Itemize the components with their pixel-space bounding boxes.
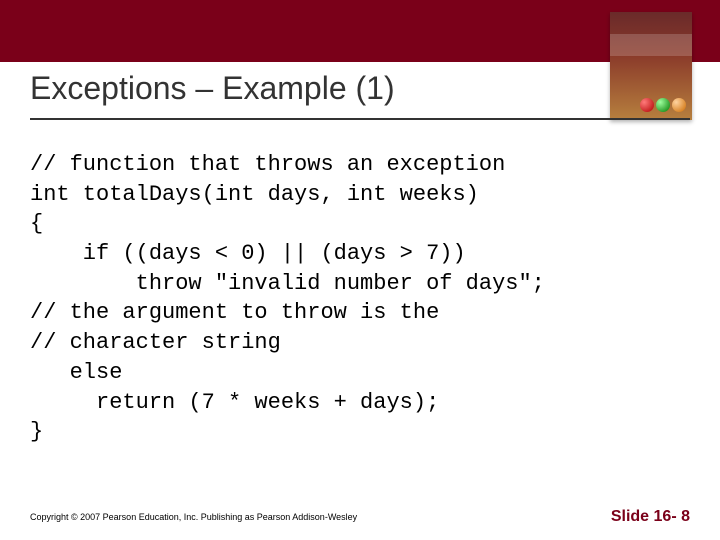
- code-line: {: [30, 211, 43, 236]
- title-underline: [30, 118, 690, 120]
- code-line: // character string: [30, 330, 281, 355]
- code-line: return (7 * weeks + days);: [30, 390, 439, 415]
- code-block: // function that throws an exception int…: [30, 150, 690, 447]
- code-line: // the argument to throw is the: [30, 300, 439, 325]
- copyright-text: Copyright © 2007 Pearson Education, Inc.…: [30, 512, 357, 522]
- code-line: else: [30, 360, 122, 385]
- code-line: int totalDays(int days, int weeks): [30, 182, 479, 207]
- code-line: }: [30, 419, 43, 444]
- code-line: throw "invalid number of days";: [30, 271, 545, 296]
- title-row: Exceptions – Example (1): [30, 70, 690, 107]
- slide-title: Exceptions – Example (1): [30, 70, 690, 107]
- code-line: if ((days < 0) || (days > 7)): [30, 241, 466, 266]
- slide-number: Slide 16- 8: [611, 508, 690, 526]
- slide: Exceptions – Example (1) // function tha…: [0, 0, 720, 540]
- code-line: // function that throws an exception: [30, 152, 505, 177]
- book-cover-band: [610, 34, 692, 56]
